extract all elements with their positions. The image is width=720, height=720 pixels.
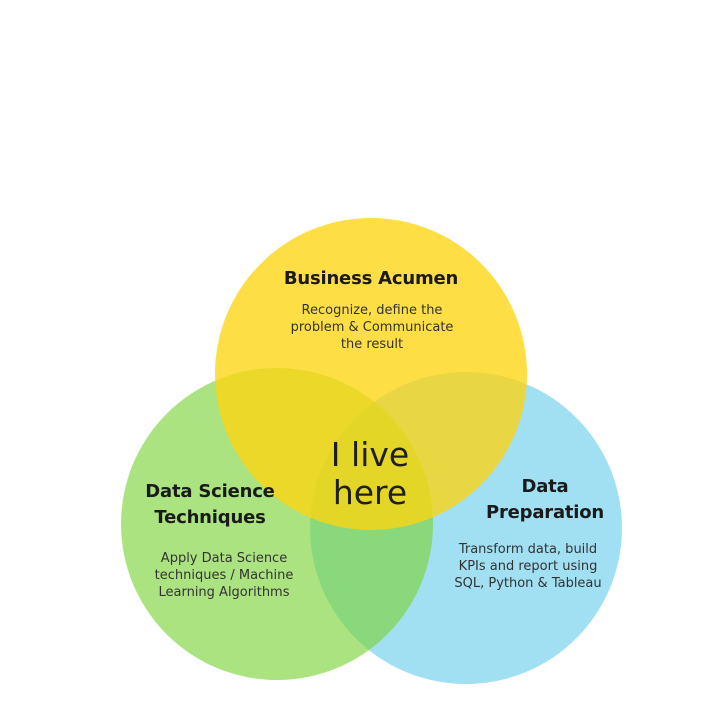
business-acumen-title: Business Acumen xyxy=(283,268,459,289)
data-science-techniques-description: Apply Data Science techniques / Machine … xyxy=(154,551,294,600)
data-science-techniques-title: Data Science Techniques xyxy=(145,481,275,528)
center-label: I live here xyxy=(330,435,410,512)
data-preparation-title: Data Preparation xyxy=(485,476,605,523)
business-acumen-description: Recognize, define the problem & Communic… xyxy=(290,303,454,352)
venn-diagram xyxy=(121,218,622,684)
data-preparation-description: Transform data, build KPIs and report us… xyxy=(454,542,602,591)
